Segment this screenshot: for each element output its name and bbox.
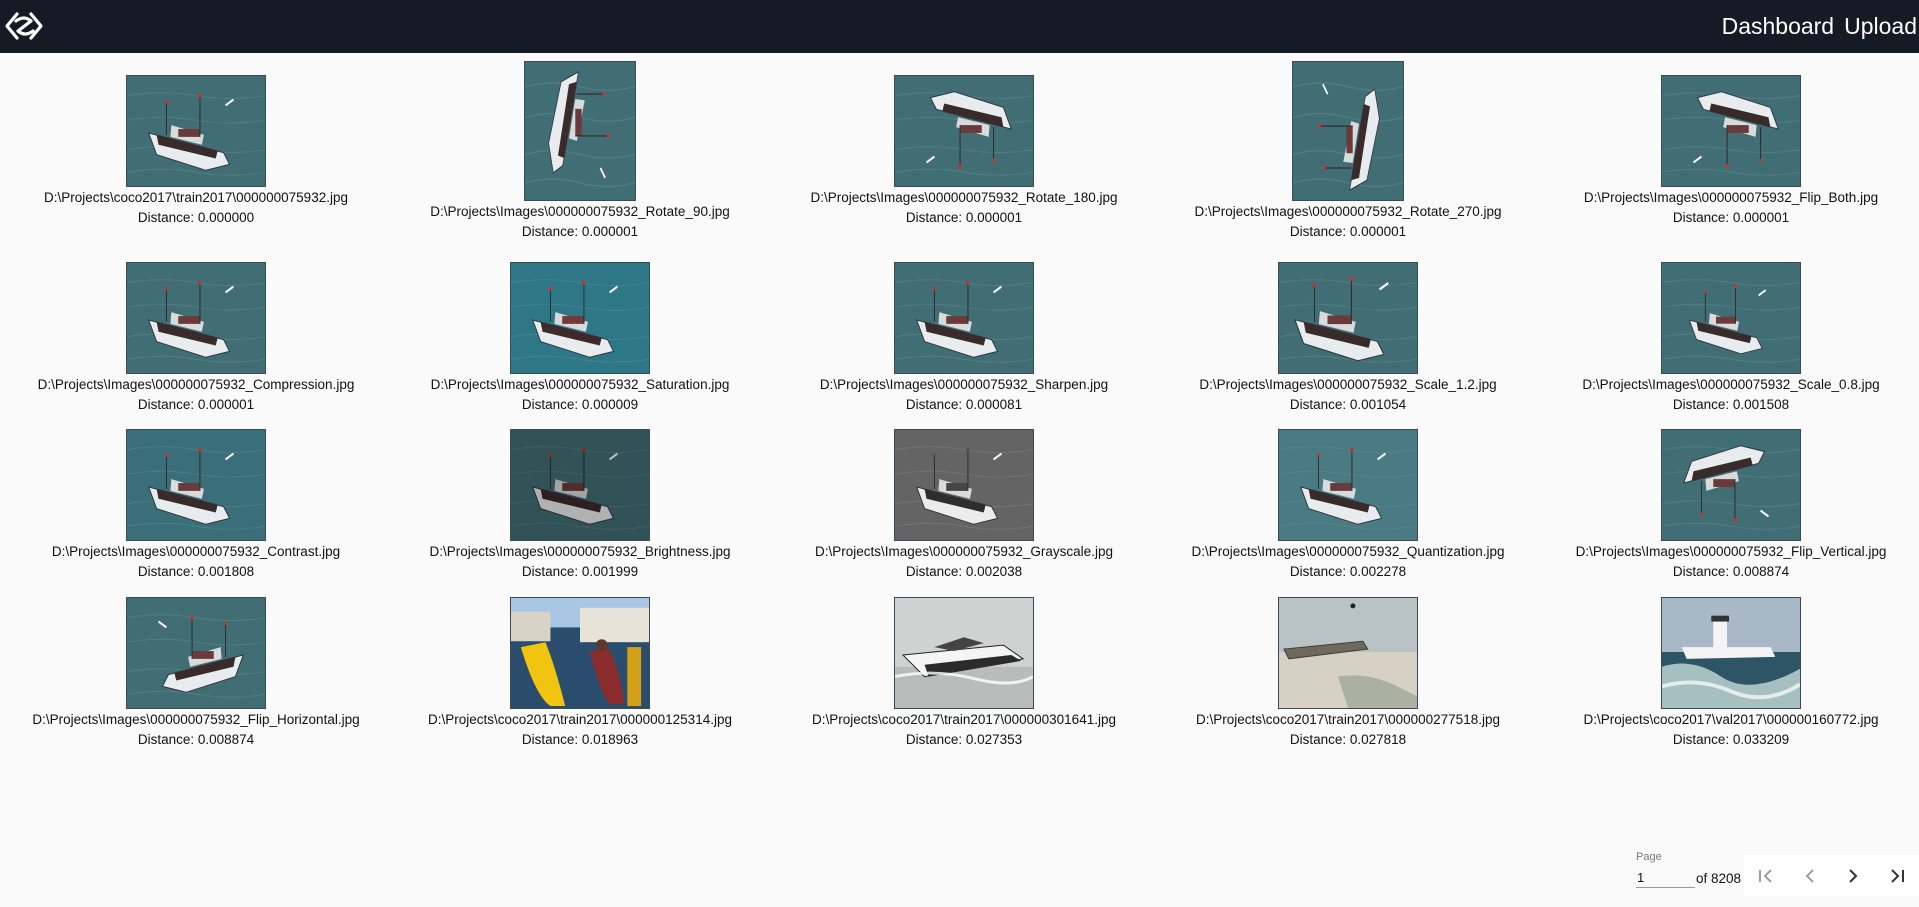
result-thumbnail[interactable] bbox=[894, 429, 1034, 541]
result-path: D:\Projects\Images\000000075932_Quantiza… bbox=[1191, 544, 1505, 559]
result-distance: Distance: 0.033209 bbox=[1672, 732, 1790, 747]
result-distance: Distance: 0.001054 bbox=[1289, 397, 1407, 412]
result-path: D:\Projects\coco2017\train2017\000000301… bbox=[812, 712, 1116, 727]
result-thumbnail[interactable] bbox=[1278, 597, 1418, 709]
result-distance: Distance: 0.000081 bbox=[905, 397, 1023, 412]
previous-page-button[interactable] bbox=[1796, 862, 1824, 890]
result-card: D:\Projects\coco2017\val2017\00000016077… bbox=[1539, 593, 1919, 750]
result-thumbnail[interactable] bbox=[1278, 429, 1418, 541]
result-card: D:\Projects\Images\000000075932_Compress… bbox=[4, 258, 388, 415]
result-card: D:\Projects\Images\000000075932_Brightne… bbox=[388, 425, 772, 582]
result-card: D:\Projects\Images\000000075932_Rotate_1… bbox=[772, 53, 1156, 228]
result-path: D:\Projects\Images\000000075932_Scale_1.… bbox=[1199, 377, 1497, 392]
pagination-buttons bbox=[1744, 855, 1919, 896]
result-card: D:\Projects\Images\000000075932_Rotate_9… bbox=[388, 53, 772, 242]
result-thumbnail[interactable] bbox=[126, 429, 266, 541]
first-page-icon bbox=[1758, 868, 1772, 883]
page-label: Page bbox=[1636, 851, 1662, 863]
result-path: D:\Projects\coco2017\train2017\000000277… bbox=[1196, 712, 1500, 727]
result-card: D:\Projects\Images\000000075932_Flip_Bot… bbox=[1539, 53, 1919, 228]
result-path: D:\Projects\Images\000000075932_Scale_0.… bbox=[1582, 377, 1880, 392]
next-page-icon bbox=[1849, 868, 1858, 883]
result-distance: Distance: 0.000001 bbox=[521, 224, 639, 239]
result-distance: Distance: 0.001808 bbox=[137, 564, 255, 579]
result-thumbnail[interactable] bbox=[894, 75, 1034, 187]
result-distance: Distance: 0.018963 bbox=[521, 732, 639, 747]
result-thumbnail[interactable] bbox=[126, 262, 266, 374]
result-thumbnail[interactable] bbox=[894, 262, 1034, 374]
page-number-input[interactable] bbox=[1636, 868, 1695, 888]
result-card: D:\Projects\Images\000000075932_Scale_1.… bbox=[1156, 258, 1540, 415]
result-card: D:\Projects\Images\000000075932_Grayscal… bbox=[772, 425, 1156, 582]
header-nav: Dashboard Upload bbox=[1722, 12, 1917, 40]
result-card: D:\Projects\Images\000000075932_Contrast… bbox=[4, 425, 388, 582]
result-card: D:\Projects\Images\000000075932_Flip_Ver… bbox=[1539, 425, 1919, 582]
result-card: D:\Projects\Images\000000075932_Rotate_2… bbox=[1156, 53, 1540, 242]
result-card: D:\Projects\coco2017\train2017\000000301… bbox=[772, 593, 1156, 750]
result-path: D:\Projects\Images\000000075932_Rotate_9… bbox=[430, 204, 730, 219]
result-path: D:\Projects\Images\000000075932_Compress… bbox=[37, 377, 355, 392]
result-thumbnail[interactable] bbox=[1661, 75, 1801, 187]
result-distance: Distance: 0.000001 bbox=[1672, 210, 1790, 225]
result-distance: Distance: 0.002038 bbox=[905, 564, 1023, 579]
result-thumbnail[interactable] bbox=[510, 597, 650, 709]
result-thumbnail[interactable] bbox=[894, 597, 1034, 709]
result-distance: Distance: 0.000001 bbox=[905, 210, 1023, 225]
result-distance: Distance: 0.027818 bbox=[1289, 732, 1407, 747]
result-card: D:\Projects\coco2017\train2017\000000277… bbox=[1156, 593, 1540, 750]
previous-page-icon bbox=[1805, 868, 1814, 883]
result-card: D:\Projects\Images\000000075932_Flip_Hor… bbox=[4, 593, 388, 750]
result-card: D:\Projects\coco2017\train2017\000000125… bbox=[388, 593, 772, 750]
last-page-button[interactable] bbox=[1883, 862, 1911, 890]
result-thumbnail[interactable] bbox=[126, 75, 266, 187]
result-path: D:\Projects\coco2017\train2017\000000125… bbox=[428, 712, 732, 727]
result-path: D:\Projects\Images\000000075932_Flip_Ver… bbox=[1575, 544, 1887, 559]
nav-upload[interactable]: Upload bbox=[1844, 12, 1917, 40]
result-path: D:\Projects\Images\000000075932_Contrast… bbox=[51, 544, 341, 559]
result-path: D:\Projects\Images\000000075932_Brightne… bbox=[429, 544, 731, 559]
result-distance: Distance: 0.000009 bbox=[521, 397, 639, 412]
result-distance: Distance: 0.002278 bbox=[1289, 564, 1407, 579]
paginator: Page of 8208 bbox=[1636, 848, 1919, 896]
result-thumbnail[interactable] bbox=[510, 429, 650, 541]
result-distance: Distance: 0.008874 bbox=[1672, 564, 1790, 579]
result-distance: Distance: 0.000001 bbox=[137, 397, 255, 412]
first-page-button[interactable] bbox=[1752, 862, 1780, 890]
result-thumbnail[interactable] bbox=[1292, 61, 1404, 201]
app-logo-icon[interactable] bbox=[4, 8, 44, 44]
result-card: D:\Projects\Images\000000075932_Quantiza… bbox=[1156, 425, 1540, 582]
result-path: D:\Projects\Images\000000075932_Sharpen.… bbox=[819, 377, 1109, 392]
result-card: D:\Projects\Images\000000075932_Scale_0.… bbox=[1539, 258, 1919, 415]
result-thumbnail[interactable] bbox=[126, 597, 266, 709]
result-thumbnail[interactable] bbox=[1661, 429, 1801, 541]
result-path: D:\Projects\coco2017\val2017\00000016077… bbox=[1583, 712, 1879, 727]
result-path: D:\Projects\Images\000000075932_Flip_Bot… bbox=[1583, 190, 1879, 205]
page-count: of 8208 bbox=[1696, 871, 1742, 886]
result-thumbnail[interactable] bbox=[1278, 262, 1418, 374]
result-card: D:\Projects\Images\000000075932_Sharpen.… bbox=[772, 258, 1156, 415]
result-path: D:\Projects\coco2017\train2017\000000075… bbox=[44, 190, 348, 205]
result-distance: Distance: 0.001508 bbox=[1672, 397, 1790, 412]
last-page-icon bbox=[1891, 868, 1905, 883]
result-distance: Distance: 0.027353 bbox=[905, 732, 1023, 747]
result-path: D:\Projects\Images\000000075932_Rotate_2… bbox=[1194, 204, 1502, 219]
result-distance: Distance: 0.001999 bbox=[521, 564, 639, 579]
nav-dashboard[interactable]: Dashboard bbox=[1722, 12, 1835, 40]
result-thumbnail[interactable] bbox=[1661, 262, 1801, 374]
result-thumbnail[interactable] bbox=[1661, 597, 1801, 709]
top-app-bar: Dashboard Upload bbox=[0, 0, 1919, 53]
result-path: D:\Projects\Images\000000075932_Rotate_1… bbox=[810, 190, 1118, 205]
result-path: D:\Projects\Images\000000075932_Saturati… bbox=[430, 377, 730, 392]
result-distance: Distance: 0.008874 bbox=[137, 732, 255, 747]
result-thumbnail[interactable] bbox=[524, 61, 636, 201]
result-card: D:\Projects\Images\000000075932_Saturati… bbox=[388, 258, 772, 415]
result-distance: Distance: 0.000000 bbox=[137, 210, 255, 225]
result-card: D:\Projects\coco2017\train2017\000000075… bbox=[4, 53, 388, 228]
result-path: D:\Projects\Images\000000075932_Grayscal… bbox=[815, 544, 1113, 559]
result-thumbnail[interactable] bbox=[510, 262, 650, 374]
next-page-button[interactable] bbox=[1839, 862, 1867, 890]
result-distance: Distance: 0.000001 bbox=[1289, 224, 1407, 239]
result-path: D:\Projects\Images\000000075932_Flip_Hor… bbox=[32, 712, 360, 727]
